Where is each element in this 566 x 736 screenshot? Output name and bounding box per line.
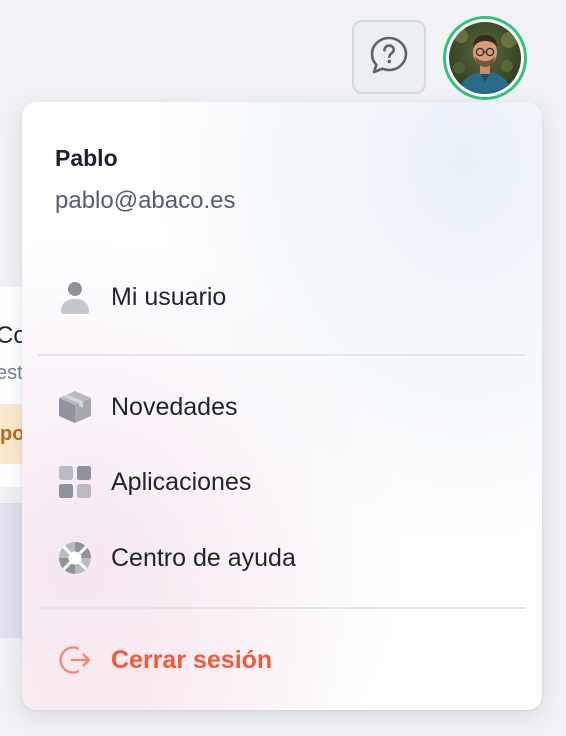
menu-item-label: Centro de ayuda	[111, 543, 296, 572]
package-icon	[55, 387, 95, 427]
menu-item-label: Mi usuario	[111, 282, 227, 311]
menu-item-label: Novedades	[111, 392, 238, 421]
menu-divider	[38, 354, 526, 356]
grid-icon	[55, 462, 95, 502]
menu-item-novedades[interactable]: Novedades	[55, 385, 237, 429]
menu-item-aplicaciones[interactable]: Aplicaciones	[55, 460, 251, 504]
menu-divider	[38, 607, 526, 609]
menu-item-cerrar-sesion[interactable]: Cerrar sesión	[55, 638, 272, 682]
user-name: Pablo	[55, 145, 118, 171]
user-menu-dropdown: Pablo pablo@abaco.es Mi usuario Novedade…	[22, 102, 542, 710]
user-icon	[55, 277, 95, 317]
menu-item-label: Cerrar sesión	[111, 645, 273, 674]
lifebuoy-icon	[55, 538, 95, 578]
menu-item-label: Aplicaciones	[111, 467, 252, 496]
help-chat-icon	[368, 34, 410, 81]
avatar	[449, 22, 521, 94]
menu-item-centro-de-ayuda[interactable]: Centro de ayuda	[55, 536, 296, 580]
background-card-subtitle: est	[0, 362, 23, 384]
help-button[interactable]	[352, 20, 426, 94]
logout-icon	[55, 640, 95, 680]
menu-item-mi-usuario[interactable]: Mi usuario	[55, 275, 226, 319]
user-avatar-button[interactable]	[443, 16, 527, 100]
user-email: pablo@abaco.es	[55, 187, 236, 214]
